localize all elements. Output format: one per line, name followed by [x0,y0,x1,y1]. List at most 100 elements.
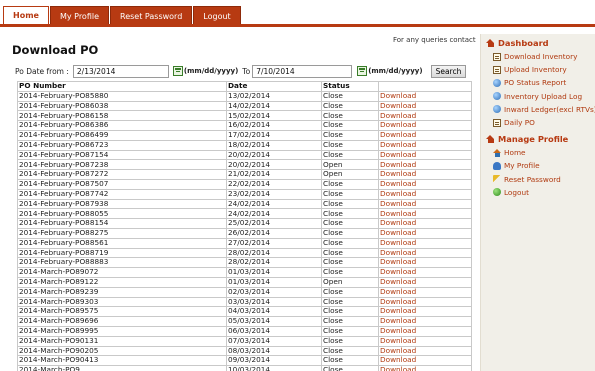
user-icon [493,161,501,170]
po-number-cell: 2014-March-PO90413 [17,355,227,367]
home-icon [486,135,495,144]
download-link[interactable]: Download [378,169,472,180]
profile-menu-item[interactable]: Logout [493,186,595,199]
download-link[interactable]: Download [378,129,472,141]
table-row: 2014-February-PO88883 28/02/2014 Close Down… [17,257,472,269]
download-link[interactable]: Download [378,296,472,308]
download-link[interactable]: Download [378,247,472,259]
to-date-input[interactable] [252,64,353,78]
profile-menu-item-label: Home [504,148,526,158]
key-icon [493,175,501,184]
download-link[interactable]: Download [378,355,472,367]
download-link[interactable]: Download [378,90,472,102]
download-link[interactable]: Download [378,286,472,298]
po-number-cell: 2014-March-PO89122 [17,276,227,288]
status-cell: Close [321,316,379,327]
dashboard-menu-item[interactable]: PO Status Report [493,76,595,89]
download-link[interactable]: Download [378,316,472,327]
table-row: 2014-February-PO88561 27/02/2014 Close Down… [17,237,472,249]
date-cell: 04/03/2014 [226,306,322,318]
table-row: 2014-March-PO90131 07/03/2014 Close Downloa… [17,335,472,347]
download-link[interactable]: Download [378,159,472,171]
date-cell: 13/02/2014 [226,90,322,102]
download-link[interactable]: Download [378,149,472,161]
calendar-icon[interactable] [172,66,183,76]
po-number-cell: 2014-February-PO88883 [17,257,227,269]
status-cell: Close [321,100,379,112]
dashboard-menu-item-label: PO Status Report [504,78,567,88]
download-link[interactable]: Download [378,365,472,371]
nav-reset-password[interactable]: Reset Password [110,6,193,25]
date-cell: 26/02/2014 [226,227,322,239]
status-cell: Close [321,306,379,318]
po-number-cell: 2014-March-PO89696 [17,316,227,327]
download-link[interactable]: Download [378,335,472,347]
dashboard-menu-item[interactable]: Inward Ledger(excl RTVs) [493,103,595,116]
date-cell: 15/02/2014 [226,110,322,122]
header-po-number: PO Number [17,81,227,92]
dashboard-menu-item[interactable]: Inventory Upload Log [493,90,595,103]
profile-menu-item[interactable]: Reset Password [493,173,595,186]
download-link[interactable]: Download [378,218,472,229]
download-link[interactable]: Download [378,345,472,357]
search-button[interactable]: Search [430,64,467,78]
date-cell: 02/03/2014 [226,286,322,298]
po-table: PO Number Date Status 2014-February-PO85… [17,81,472,371]
po-number-cell: 2014-February-PO87507 [17,178,227,190]
download-link[interactable]: Download [378,188,472,200]
dashboard-menu-item[interactable]: Upload Inventory [493,63,595,76]
profile-menu-item[interactable]: My Profile [493,159,595,172]
po-number-cell: 2014-February-PO86038 [17,100,227,112]
status-cell: Close [321,227,379,239]
download-link[interactable]: Download [378,208,472,220]
date-cell: 18/02/2014 [226,139,322,151]
document-icon [493,65,501,74]
calendar-icon[interactable] [357,66,368,76]
po-number-cell: 2014-February-PO88275 [17,227,227,239]
page-title: Download PO [12,43,99,57]
table-row: 2014-February-PO86386 16/02/2014 Close Down… [17,120,472,131]
po-number-cell: 2014-February-PO85880 [17,90,227,102]
dashboard-menu-item-label: Download Inventory [504,52,578,62]
download-link[interactable]: Download [378,325,472,337]
po-number-cell: 2014-February-PO86158 [17,110,227,122]
home-icon [493,148,501,157]
download-link[interactable]: Download [378,257,472,269]
document-icon [493,52,501,61]
po-number-cell: 2014-March-PO89303 [17,296,227,308]
download-link[interactable]: Download [378,178,472,190]
nav-home[interactable]: Home [3,6,49,25]
status-cell: Close [321,208,379,220]
download-link[interactable]: Download [378,227,472,239]
dashboard-menu-item[interactable]: Daily PO [493,116,595,129]
manage-profile-heading: Manage Profile [481,132,595,146]
profile-menu-item[interactable]: Home [493,146,595,159]
from-date-input[interactable] [72,64,169,78]
table-row: 2014-March-PO9.... 10/03/2014 Close Downloa… [17,365,472,371]
dashboard-menu-item[interactable]: Download Inventory [493,50,595,63]
download-link[interactable]: Download [378,110,472,122]
status-cell: Close [321,129,379,141]
date-cell: 27/02/2014 [226,237,322,249]
download-link[interactable]: Download [378,120,472,131]
download-link[interactable]: Download [378,139,472,151]
date-cell: 16/02/2014 [226,120,322,131]
table-row: 2014-February-PO88275 26/02/2014 Close Down… [17,227,472,239]
date-filter: Po Date from : (mm/dd/yyyy) To (mm/dd/yy… [15,64,467,78]
table-row: 2014-March-PO89072 01/03/2014 Close Downloa… [17,267,472,278]
date-cell: 08/03/2014 [226,345,322,357]
status-cell: Close [321,267,379,278]
date-cell: 28/02/2014 [226,247,322,259]
download-link[interactable]: Download [378,237,472,249]
table-header-row: PO Number Date Status [17,81,472,92]
download-link[interactable]: Download [378,267,472,278]
table-row: 2014-February-PO86038 14/02/2014 Close Down… [17,100,472,112]
download-link[interactable]: Download [378,306,472,318]
nav-logout[interactable]: Logout [193,6,241,25]
header-download [378,81,472,92]
download-link[interactable]: Download [378,100,472,112]
nav-my-profile[interactable]: My Profile [49,6,110,25]
status-cell: Open [321,169,379,180]
download-link[interactable]: Download [378,276,472,288]
download-link[interactable]: Download [378,198,472,210]
